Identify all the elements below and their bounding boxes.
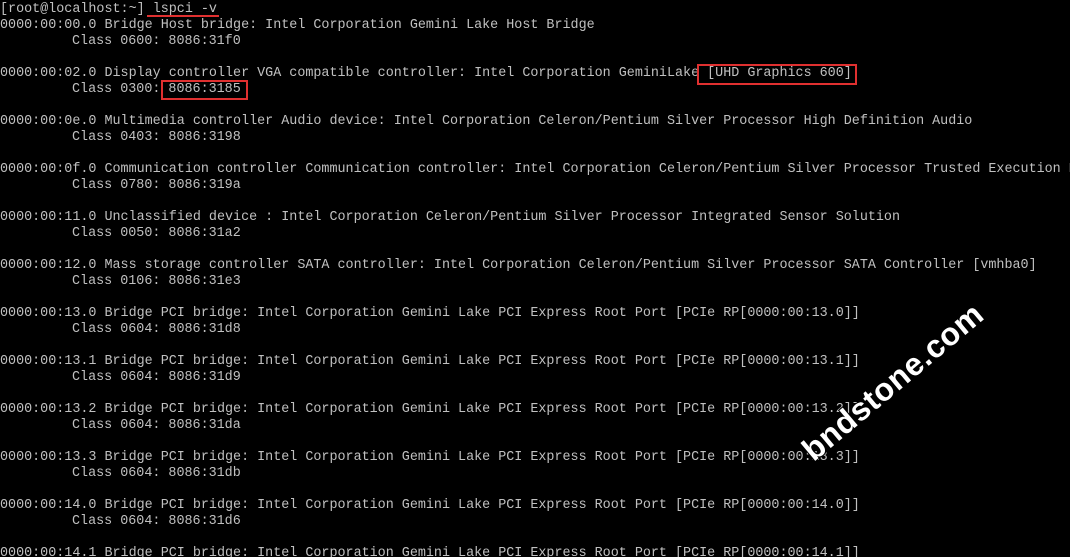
device-line-10: 0000:00:14.0 Bridge PCI bridge: Intel Co… [0, 498, 860, 513]
device-class-8: Class 0604: 8086:31da [72, 418, 241, 433]
device-class-0: Class 0600: 8086:31f0 [72, 34, 241, 49]
shell-prompt: [root@localhost:~] [0, 2, 153, 17]
device-class-4: Class 0050: 8086:31a2 [72, 226, 241, 241]
device-line-11: 0000:00:14.1 Bridge PCI bridge: Intel Co… [0, 546, 860, 557]
device-class-2: Class 0403: 8086:3198 [72, 130, 241, 145]
device-class-5: Class 0106: 8086:31e3 [72, 274, 241, 289]
device-line-3: 0000:00:0f.0 Communication controller Co… [0, 162, 1070, 177]
command-underline-annotation [147, 15, 219, 17]
device-id-highlight-box [161, 80, 248, 100]
device-line-0: 0000:00:00.0 Bridge Host bridge: Intel C… [0, 18, 595, 33]
device-line-5: 0000:00:12.0 Mass storage controller SAT… [0, 258, 1037, 273]
device-class-9: Class 0604: 8086:31db [72, 466, 241, 481]
device-class-6: Class 0604: 8086:31d8 [72, 322, 241, 337]
device-line-8: 0000:00:13.2 Bridge PCI bridge: Intel Co… [0, 402, 860, 417]
device-line-9: 0000:00:13.3 Bridge PCI bridge: Intel Co… [0, 450, 860, 465]
gpu-name-highlight-box [697, 64, 857, 85]
terminal-window[interactable]: [root@localhost:~] lspci -v 0000:00:00.0… [0, 0, 1070, 557]
device-class-10: Class 0604: 8086:31d6 [72, 514, 241, 529]
device-line-2: 0000:00:0e.0 Multimedia controller Audio… [0, 114, 973, 129]
device-line-6: 0000:00:13.0 Bridge PCI bridge: Intel Co… [0, 306, 860, 321]
device-line-4: 0000:00:11.0 Unclassified device : Intel… [0, 210, 900, 225]
device-class-7: Class 0604: 8086:31d9 [72, 370, 241, 385]
device-line-7: 0000:00:13.1 Bridge PCI bridge: Intel Co… [0, 354, 860, 369]
device-class-3: Class 0780: 8086:319a [72, 178, 241, 193]
